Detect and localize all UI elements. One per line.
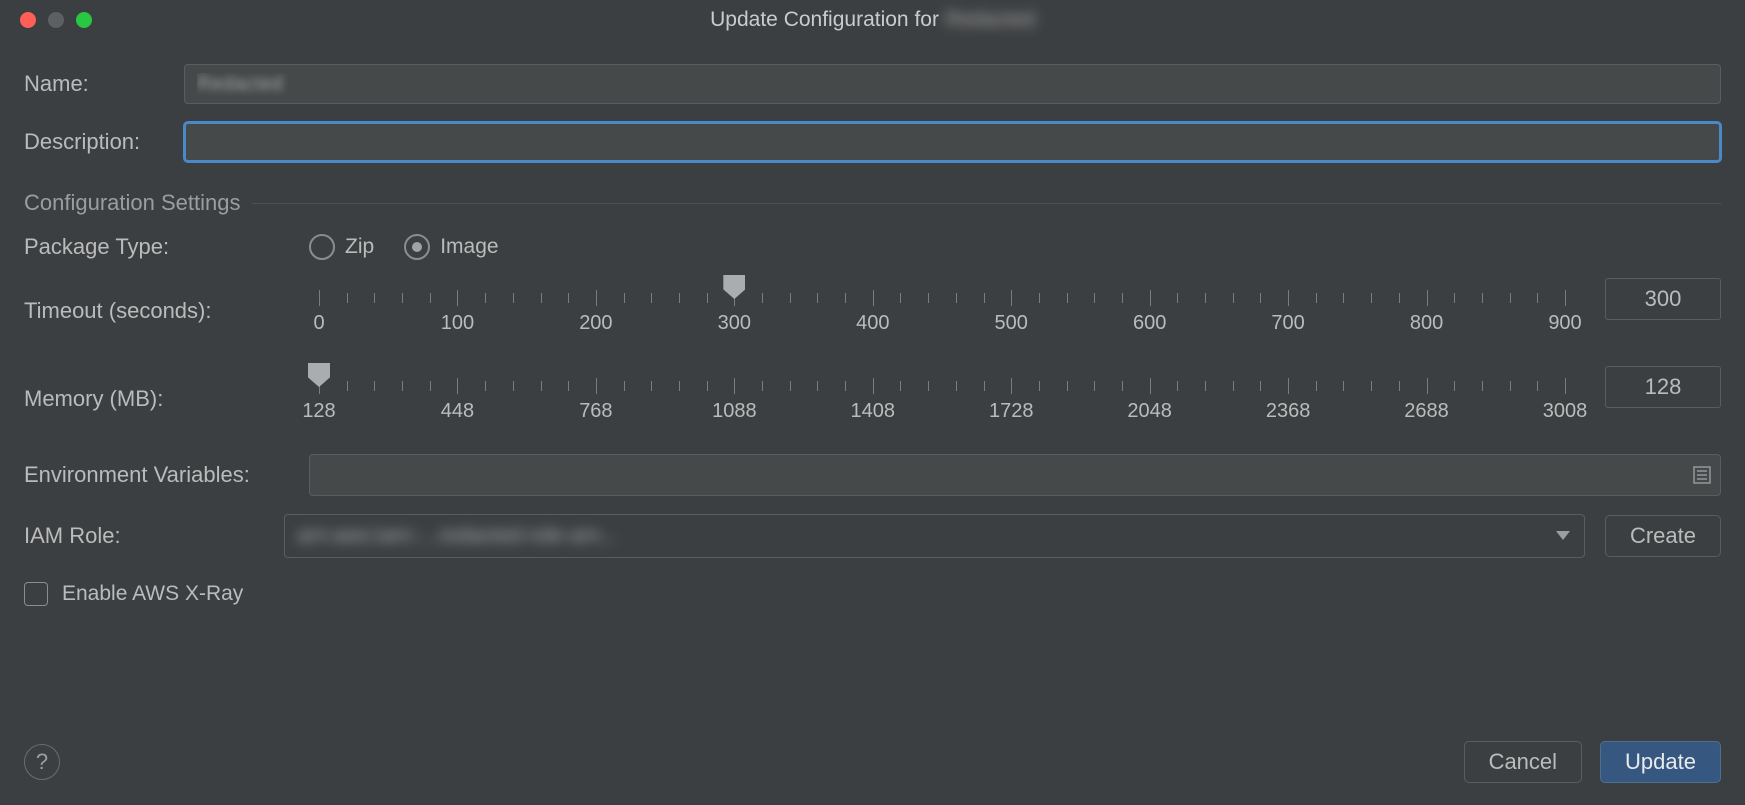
env-vars-input[interactable] [309, 454, 1721, 496]
create-role-button[interactable]: Create [1605, 515, 1721, 557]
name-label: Name: [24, 71, 184, 97]
package-type-label: Package Type: [24, 234, 309, 260]
package-type-zip-radio[interactable]: Zip [309, 234, 374, 260]
iam-role-row: IAM Role: arn:aws:iam::...redacted-role-… [24, 514, 1721, 558]
timeout-label: Timeout (seconds): [24, 278, 309, 324]
dialog-title: Update Configuration for Redacted [710, 8, 1035, 32]
config-settings-header: Configuration Settings [24, 190, 1721, 216]
package-type-zip-label: Zip [345, 235, 374, 259]
iam-role-label: IAM Role: [24, 523, 284, 549]
description-input[interactable] [184, 122, 1721, 162]
timeout-slider[interactable]: 0100200300400500600700800900 [309, 278, 1575, 348]
name-row: Name: [24, 64, 1721, 104]
chevron-down-icon [1556, 531, 1570, 541]
description-label: Description: [24, 129, 184, 155]
package-type-image-radio[interactable]: Image [404, 234, 498, 260]
name-input[interactable] [184, 64, 1721, 104]
list-icon[interactable] [1693, 466, 1711, 484]
zoom-window-button[interactable] [76, 12, 92, 28]
dialog-title-subject: Redacted [945, 8, 1035, 32]
cancel-button[interactable]: Cancel [1464, 741, 1582, 783]
radio-icon [309, 234, 335, 260]
dialog-footer: ? Cancel Update [0, 719, 1745, 805]
iam-role-selected-value: arn:aws:iam::...redacted-role-arn... [297, 524, 618, 548]
xray-row: Enable AWS X-Ray [24, 582, 1721, 606]
update-button[interactable]: Update [1600, 741, 1721, 783]
section-divider [252, 203, 1721, 204]
radio-icon [404, 234, 430, 260]
env-vars-row: Environment Variables: [24, 454, 1721, 496]
package-type-radio-group: Zip Image [309, 234, 499, 260]
help-button[interactable]: ? [24, 744, 60, 780]
package-type-row: Package Type: Zip Image [24, 234, 1721, 260]
dialog-window: Update Configuration for Redacted Name: … [0, 0, 1745, 805]
memory-value-input[interactable] [1605, 366, 1721, 408]
xray-label: Enable AWS X-Ray [62, 582, 243, 606]
window-controls [20, 12, 92, 28]
description-row: Description: [24, 122, 1721, 162]
memory-slider[interactable]: 1284487681088140817282048236826883008 [309, 366, 1575, 436]
timeout-row: Timeout (seconds): 010020030040050060070… [24, 278, 1721, 348]
xray-checkbox[interactable] [24, 582, 48, 606]
package-type-image-label: Image [440, 235, 498, 259]
env-vars-label: Environment Variables: [24, 462, 309, 488]
dialog-title-prefix: Update Configuration for [710, 8, 939, 32]
close-window-button[interactable] [20, 12, 36, 28]
memory-label: Memory (MB): [24, 366, 309, 412]
memory-row: Memory (MB): 128448768108814081728204823… [24, 366, 1721, 436]
titlebar: Update Configuration for Redacted [0, 0, 1745, 40]
timeout-value-input[interactable] [1605, 278, 1721, 320]
config-settings-label: Configuration Settings [24, 190, 240, 216]
iam-role-select[interactable]: arn:aws:iam::...redacted-role-arn... [284, 514, 1585, 558]
minimize-window-button[interactable] [48, 12, 64, 28]
dialog-body: Name: Description: Configuration Setting… [0, 40, 1745, 719]
